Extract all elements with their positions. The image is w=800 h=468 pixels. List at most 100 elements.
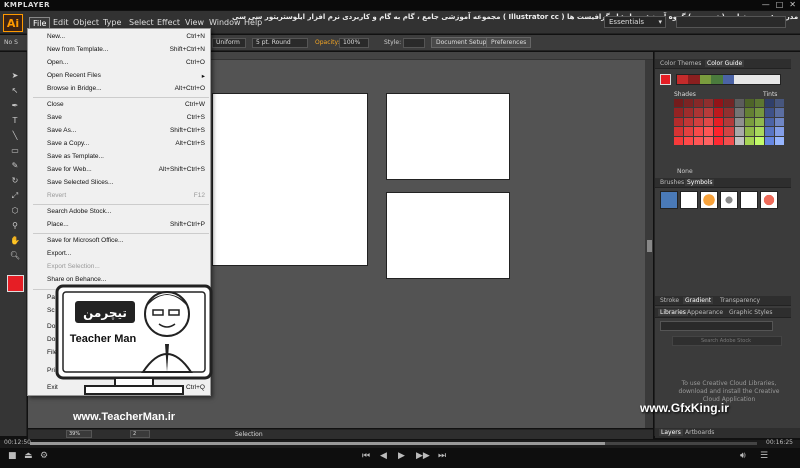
guide-swatch[interactable] bbox=[694, 99, 704, 108]
minimize-icon[interactable]: — bbox=[762, 0, 770, 9]
tab-color-themes[interactable]: Color Themes bbox=[658, 60, 703, 67]
guide-swatch[interactable] bbox=[774, 108, 784, 117]
preferences-button[interactable]: Preferences bbox=[486, 37, 532, 48]
menu-object[interactable]: Object bbox=[70, 17, 102, 28]
zoom-select[interactable]: 39% bbox=[66, 430, 92, 438]
fill-color-swatch[interactable] bbox=[7, 275, 24, 292]
file-menu-item[interactable]: Open... Ctrl+O bbox=[47, 59, 205, 66]
guide-swatch[interactable] bbox=[774, 136, 784, 145]
style-select[interactable] bbox=[403, 38, 425, 48]
guide-swatch[interactable] bbox=[744, 108, 754, 117]
guide-swatch[interactable] bbox=[754, 136, 764, 145]
file-menu-item[interactable]: Save for Microsoft Office... bbox=[47, 237, 205, 244]
guide-swatch[interactable] bbox=[704, 99, 714, 108]
file-menu-item[interactable]: Save Ctrl+S bbox=[47, 114, 205, 121]
guide-swatch[interactable] bbox=[674, 108, 684, 117]
guide-swatch[interactable] bbox=[674, 99, 684, 108]
symbol-burst[interactable] bbox=[760, 191, 778, 209]
guide-swatch[interactable] bbox=[764, 127, 774, 136]
tab-appearance[interactable]: Appearance bbox=[685, 309, 725, 316]
symbol-flower[interactable] bbox=[740, 191, 758, 209]
file-menu-item[interactable]: Browse in Bridge... Alt+Ctrl+O bbox=[47, 85, 205, 92]
zoom-tool-icon[interactable]: 🔍︎ bbox=[9, 250, 21, 262]
artboard-2[interactable] bbox=[386, 93, 510, 180]
document-setup-button[interactable]: Document Setup bbox=[431, 37, 492, 48]
symbol-splat[interactable] bbox=[680, 191, 698, 209]
stroke-profile-select[interactable]: Uniform bbox=[212, 38, 246, 48]
menu-window[interactable]: Window bbox=[206, 17, 244, 28]
file-menu-item[interactable]: New... Ctrl+N bbox=[47, 33, 205, 40]
guide-swatch[interactable] bbox=[714, 136, 724, 145]
stock-search-input[interactable]: Search Adobe Stock bbox=[672, 336, 782, 346]
scroll-thumb[interactable] bbox=[647, 240, 652, 252]
eyedropper-icon[interactable]: ⚲ bbox=[9, 220, 21, 232]
color-guide-grid[interactable] bbox=[674, 99, 784, 145]
guide-swatch[interactable] bbox=[764, 136, 774, 145]
stop-icon[interactable]: ■ bbox=[8, 451, 17, 461]
settings-icon[interactable]: ⚙ bbox=[40, 451, 48, 461]
rectangle-tool-icon[interactable]: ▭ bbox=[9, 145, 21, 157]
guide-swatch[interactable] bbox=[754, 99, 764, 108]
file-menu-item[interactable]: Save for Web... Alt+Shift+Ctrl+S bbox=[47, 166, 205, 173]
volume-icon[interactable]: 🔊︎ bbox=[740, 451, 746, 461]
opacity-label[interactable]: Opacity: bbox=[315, 39, 340, 46]
guide-swatch[interactable] bbox=[724, 136, 734, 145]
selection-tool-icon[interactable]: ➤ bbox=[9, 70, 21, 82]
guide-swatch[interactable] bbox=[684, 108, 694, 117]
guide-swatch[interactable] bbox=[694, 127, 704, 136]
guide-swatch[interactable] bbox=[714, 117, 724, 127]
brush-tool-icon[interactable]: ✎ bbox=[9, 160, 21, 172]
guide-swatch[interactable] bbox=[704, 117, 714, 127]
tab-graphic-styles[interactable]: Graphic Styles bbox=[727, 309, 774, 316]
file-menu-item[interactable]: Place... Shift+Ctrl+P bbox=[47, 221, 205, 228]
guide-swatch[interactable] bbox=[714, 99, 724, 108]
tab-symbols[interactable]: Symbols bbox=[685, 179, 715, 186]
maximize-icon[interactable]: □ bbox=[776, 0, 784, 9]
guide-swatch[interactable] bbox=[724, 99, 734, 108]
guide-swatch[interactable] bbox=[684, 127, 694, 136]
artboard-1[interactable] bbox=[212, 93, 368, 266]
symbol-orange[interactable] bbox=[700, 191, 718, 209]
guide-swatch[interactable] bbox=[704, 108, 714, 117]
seek-progress[interactable] bbox=[30, 442, 605, 445]
guide-swatch[interactable] bbox=[764, 108, 774, 117]
workspace-switcher[interactable]: Essentials ▾ bbox=[604, 16, 666, 28]
back-icon[interactable]: ◀ bbox=[380, 451, 387, 461]
file-menu-item[interactable]: Revert F12 bbox=[47, 192, 205, 199]
line-tool-icon[interactable]: ╲ bbox=[9, 130, 21, 142]
playlist-icon[interactable]: ☰ bbox=[760, 451, 768, 461]
open-icon[interactable]: ⏏ bbox=[24, 451, 33, 461]
guide-swatch[interactable] bbox=[744, 117, 754, 127]
guide-swatch[interactable] bbox=[674, 117, 684, 127]
guide-swatch[interactable] bbox=[704, 136, 714, 145]
guide-swatch[interactable] bbox=[744, 127, 754, 136]
guide-swatch[interactable] bbox=[734, 127, 744, 136]
play-icon[interactable]: ▶ bbox=[398, 451, 405, 461]
guide-swatch[interactable] bbox=[744, 99, 754, 108]
forward-icon[interactable]: ▶▶ bbox=[416, 451, 430, 461]
guide-swatch[interactable] bbox=[754, 127, 764, 136]
guide-swatch[interactable] bbox=[734, 99, 744, 108]
menu-help[interactable]: Help bbox=[241, 17, 265, 28]
guide-swatch[interactable] bbox=[694, 117, 704, 127]
scale-tool-icon[interactable]: ⤢ bbox=[9, 190, 21, 202]
guide-swatch[interactable] bbox=[684, 99, 694, 108]
guide-swatch[interactable] bbox=[684, 117, 694, 127]
menu-view[interactable]: View bbox=[182, 17, 207, 28]
tab-brushes[interactable]: Brushes bbox=[658, 179, 686, 186]
close-icon[interactable]: ✕ bbox=[789, 0, 796, 9]
guide-swatch[interactable] bbox=[734, 117, 744, 127]
guide-swatch[interactable] bbox=[764, 117, 774, 127]
type-tool-icon[interactable]: T bbox=[9, 115, 21, 127]
tab-libraries[interactable]: Libraries bbox=[658, 309, 688, 316]
guide-swatch[interactable] bbox=[744, 136, 754, 145]
hand-tool-icon[interactable]: ✋ bbox=[9, 235, 21, 247]
file-menu-item[interactable]: Search Adobe Stock... bbox=[47, 208, 205, 215]
guide-swatch[interactable] bbox=[704, 127, 714, 136]
artboard-3[interactable] bbox=[386, 192, 510, 279]
file-menu-item[interactable]: Save As... Shift+Ctrl+S bbox=[47, 127, 205, 134]
menu-select[interactable]: Select bbox=[126, 17, 157, 28]
guide-swatch[interactable] bbox=[724, 108, 734, 117]
file-menu-item[interactable]: Close Ctrl+W bbox=[47, 101, 205, 108]
guide-swatch[interactable] bbox=[714, 127, 724, 136]
